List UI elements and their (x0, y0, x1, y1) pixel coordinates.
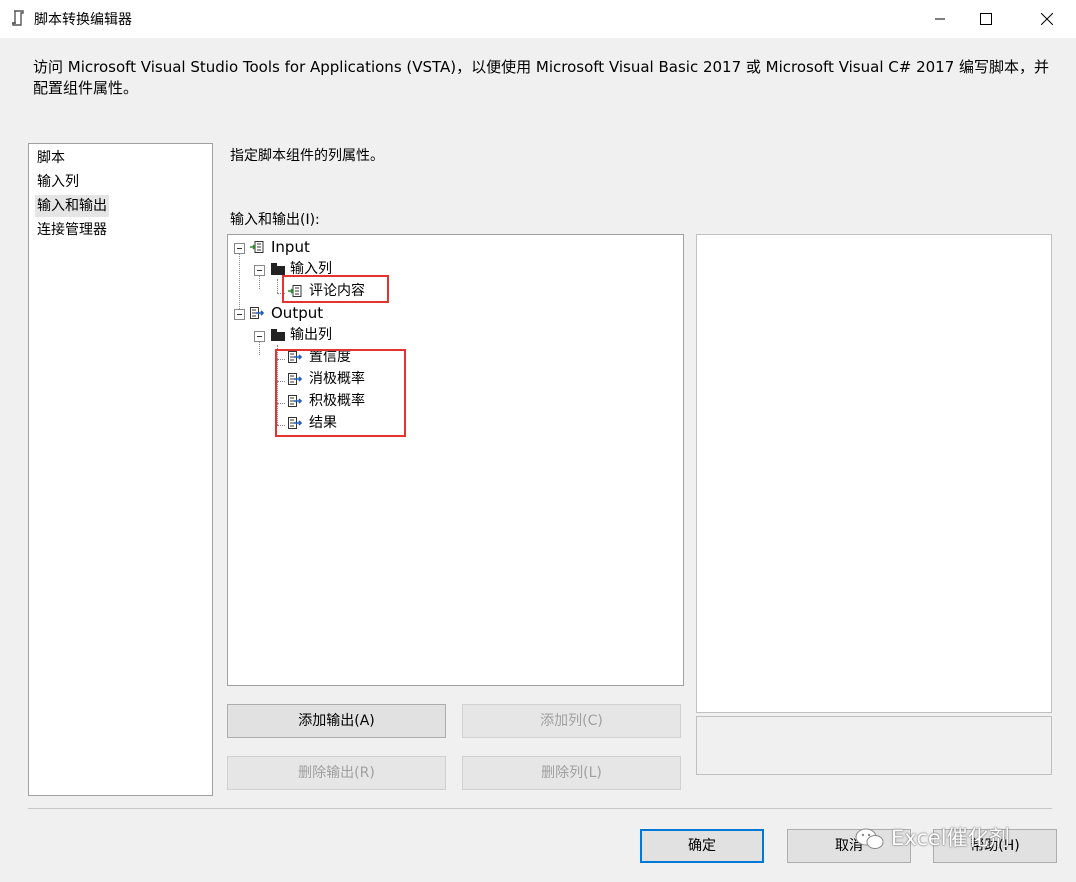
sidebar-item-inputs-outputs[interactable]: 输入和输出 (35, 195, 109, 217)
editor-description: 访问 Microsoft Visual Studio Tools for App… (33, 58, 1050, 97)
output-icon (250, 307, 264, 319)
tree-node-output-columns[interactable]: 输出列 (290, 325, 332, 345)
sidebar-item-connection-managers[interactable]: 连接管理器 (35, 219, 109, 241)
window-title: 脚本转换编辑器 (34, 12, 132, 28)
tree-connector (259, 275, 260, 289)
property-grid[interactable] (696, 234, 1052, 713)
tree-node-input[interactable]: Input (271, 237, 310, 257)
collapse-input-icon[interactable] (234, 243, 245, 254)
collapse-output-icon[interactable] (234, 309, 245, 320)
tree-node-output[interactable]: Output (271, 303, 323, 323)
remove-column-button[interactable]: 删除列(L) (462, 756, 681, 790)
tree-label: 输入和输出(I): (230, 212, 320, 228)
sidebar-item-script[interactable]: 脚本 (35, 147, 67, 169)
add-output-button[interactable]: 添加输出(A) (227, 704, 446, 738)
remove-output-button[interactable]: 删除输出(R) (227, 756, 446, 790)
tree-connector (239, 253, 240, 313)
inputs-outputs-tree[interactable]: Input 输入列 评论内容 Output 输出列 置信度 消极概率 积极概率 … (227, 234, 684, 686)
script-icon (12, 10, 24, 26)
highlight-box (282, 275, 389, 303)
page-hint: 指定脚本组件的列属性。 (230, 148, 384, 164)
maximize-icon (980, 13, 992, 25)
ok-button[interactable]: 确定 (640, 829, 764, 863)
collapse-input-columns-icon[interactable] (254, 265, 265, 276)
property-description (696, 716, 1052, 775)
add-column-button[interactable]: 添加列(C) (462, 704, 681, 738)
folder-icon (271, 263, 285, 275)
minimize-button[interactable] (917, 0, 963, 38)
wechat-icon (855, 828, 884, 849)
footer-separator (28, 808, 1052, 809)
title-bar: 脚本转换编辑器 (0, 0, 1076, 38)
folder-icon (271, 329, 285, 341)
sidebar: 脚本 输入列 输入和输出 连接管理器 (28, 143, 213, 796)
close-button[interactable] (1024, 0, 1070, 38)
watermark-text: Excel催化剂 (891, 826, 1010, 850)
input-icon (250, 241, 264, 253)
watermark: Excel催化剂 (855, 822, 1010, 852)
tree-connector (259, 341, 260, 355)
tree-connector (277, 279, 278, 293)
minimize-icon (935, 18, 945, 20)
sidebar-item-input-columns[interactable]: 输入列 (35, 171, 81, 193)
highlight-box (275, 349, 406, 437)
close-icon (1041, 13, 1053, 25)
collapse-output-columns-icon[interactable] (254, 331, 265, 342)
maximize-button[interactable] (963, 0, 1009, 38)
